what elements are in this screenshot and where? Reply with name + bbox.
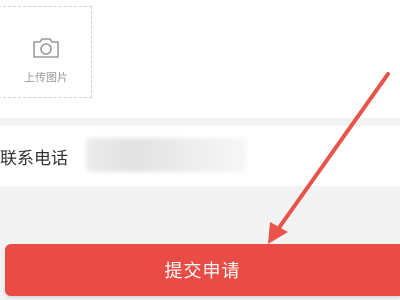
camera-icon	[30, 32, 62, 64]
contact-phone-label: 联系电话	[0, 149, 68, 169]
submit-application-button[interactable]: 提交申请	[5, 244, 400, 296]
contact-phone-row: 联系电话	[0, 126, 400, 186]
contact-phone-field[interactable]	[86, 138, 246, 172]
upload-image-label: 上传图片	[24, 71, 68, 84]
submit-application-label: 提交申请	[164, 261, 241, 282]
section-divider	[0, 118, 400, 126]
upload-image-button[interactable]: 上传图片	[0, 6, 92, 98]
upload-section: 上传图片	[0, 0, 400, 118]
